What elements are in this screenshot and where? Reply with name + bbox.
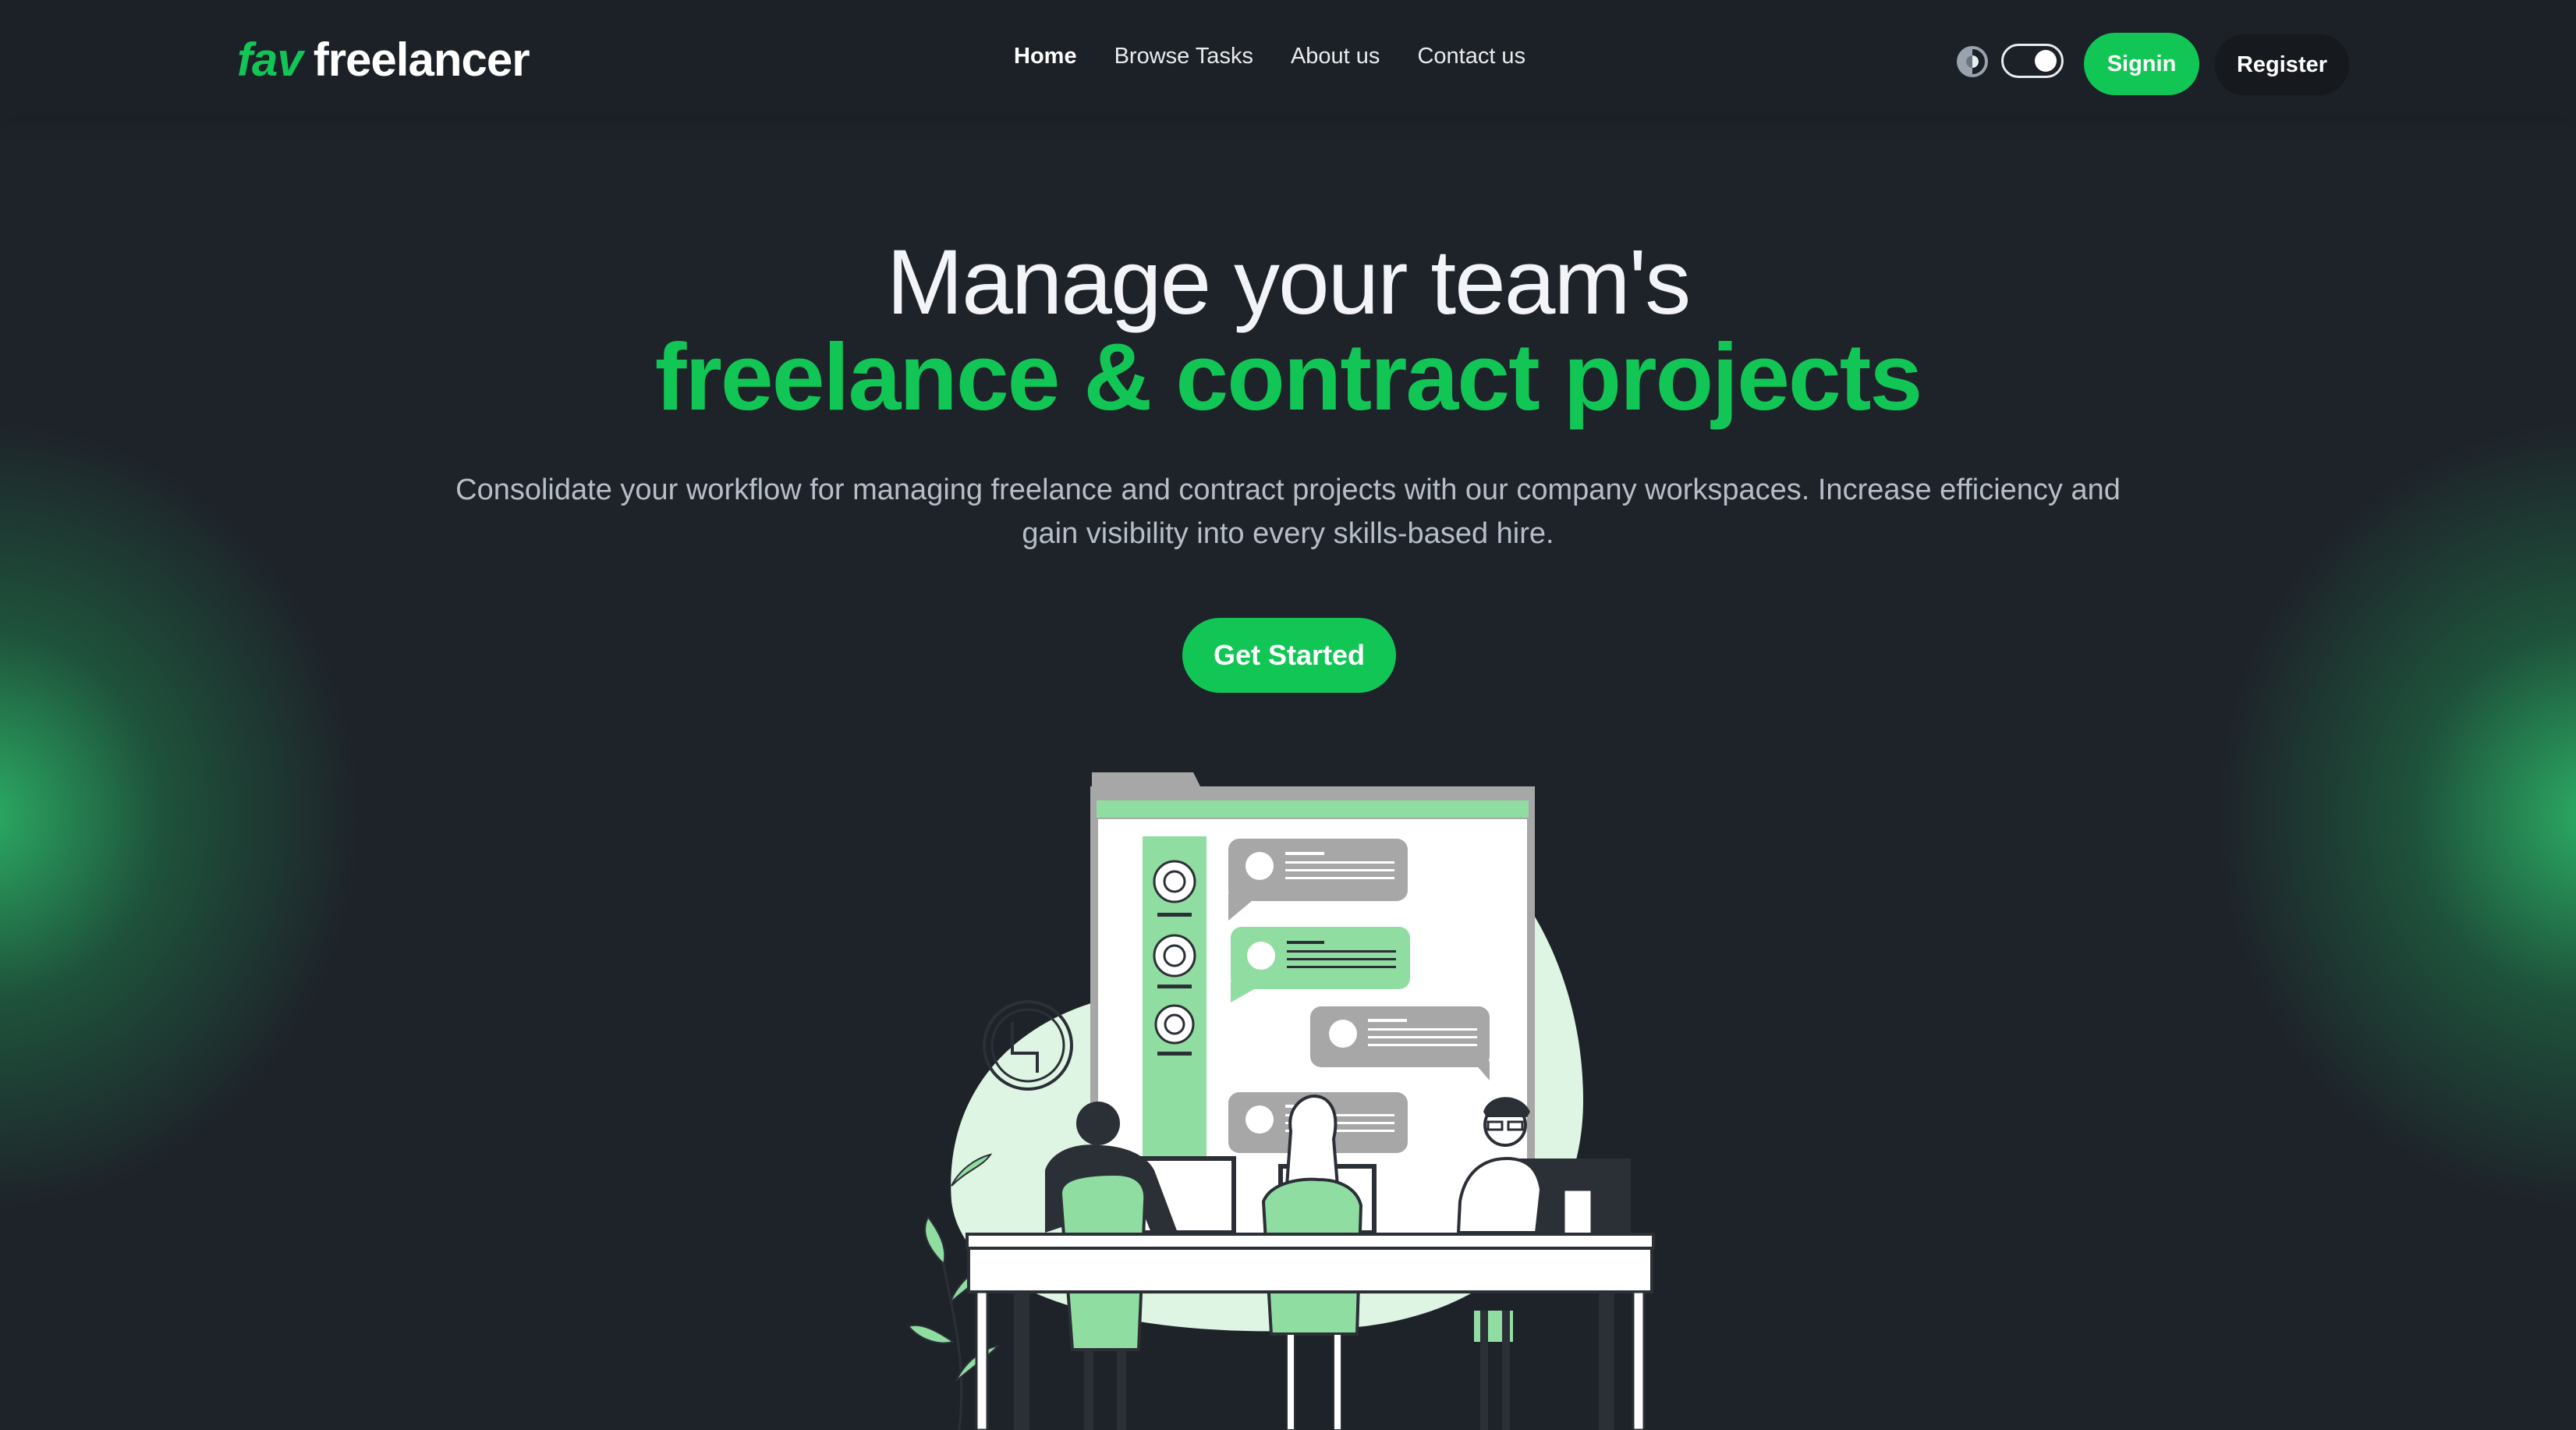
background-glow-right <box>2202 406 2576 1225</box>
board-tab <box>1092 772 1201 788</box>
logo-prefix: fav <box>237 34 303 86</box>
nav-link-home[interactable]: Home <box>1014 44 1077 69</box>
navbar: fav freelancer Home Browse Tasks About u… <box>0 0 2576 117</box>
site-logo[interactable]: fav freelancer <box>237 33 530 94</box>
team-workspace-illustration <box>907 772 1655 1430</box>
hero-subtitle: Consolidate your workflow for managing f… <box>455 474 2121 550</box>
get-started-button[interactable]: Get Started <box>1182 618 1396 693</box>
signin-button[interactable]: Signin <box>2084 33 2199 95</box>
nav-link-browse-tasks[interactable]: Browse Tasks <box>1114 44 1253 69</box>
desk-top <box>966 1233 1655 1250</box>
theme-toggle-knob <box>2035 50 2057 72</box>
logo-name: freelancer <box>313 34 530 86</box>
nav-link-contact-us[interactable]: Contact us <box>1417 44 1525 69</box>
register-button[interactable]: Register <box>2215 34 2349 95</box>
background-glow-left <box>0 406 374 1225</box>
main-nav: Home Browse Tasks About us Contact us <box>1014 44 1563 69</box>
theme-contrast-icon[interactable] <box>1956 45 1989 78</box>
theme-toggle[interactable] <box>2001 44 2064 78</box>
page: fav freelancer Home Browse Tasks About u… <box>0 0 2576 1430</box>
nav-link-about-us[interactable]: About us <box>1291 44 1380 69</box>
hero-title-line2: freelance & contract projects <box>654 324 1923 430</box>
